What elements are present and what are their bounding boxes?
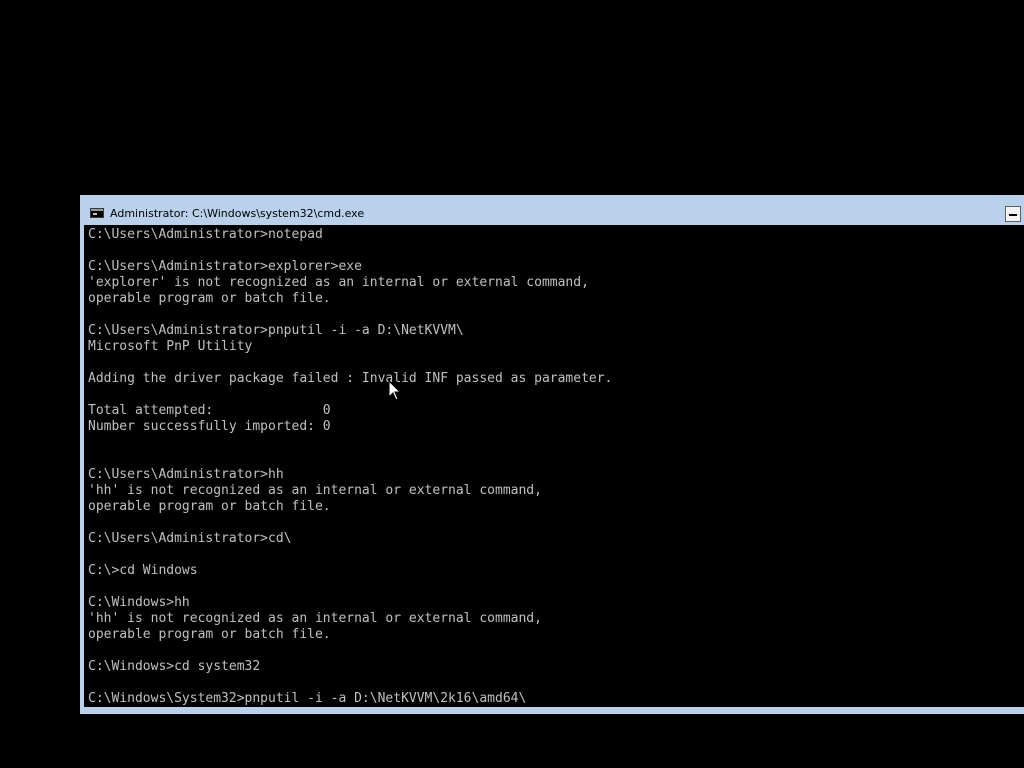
console-output[interactable]: C:\Users\Administrator>notepad C:\Users\A…: [84, 225, 1024, 707]
console-line: 'hh' is not recognized as an internal or…: [88, 483, 542, 498]
console-line: C:\Users\Administrator>hh: [88, 467, 284, 482]
console-line: operable program or batch file.: [88, 499, 331, 514]
console-lines: C:\Users\Administrator>notepad C:\Users\A…: [88, 227, 612, 707]
window-title: Administrator: C:\Windows\system32\cmd.e…: [110, 207, 365, 220]
console-line: C:\Windows>hh: [88, 595, 190, 610]
console-line: Microsoft PnP Utility: [88, 339, 253, 354]
console-line: Adding the driver package failed : Inval…: [88, 371, 613, 386]
console-line: operable program or batch file.: [88, 291, 331, 306]
console-line: C:\Users\Administrator>cd\: [88, 531, 292, 546]
console-line: 'hh' is not recognized as an internal or…: [88, 611, 542, 626]
console-line: C:\Users\Administrator>pnputil -i -a D:\…: [88, 323, 464, 338]
console-line: C:\Windows>cd system32: [88, 659, 261, 674]
minimize-button[interactable]: [1005, 206, 1021, 222]
title-bar[interactable]: Administrator: C:\Windows\system32\cmd.e…: [80, 195, 1024, 225]
console-line: C:\>cd Windows: [88, 563, 198, 578]
cmd-console-icon: [90, 208, 104, 218]
console-line: C:\Users\Administrator>notepad: [88, 227, 323, 242]
desktop: Administrator: C:\Windows\system32\cmd.e…: [0, 0, 1024, 768]
console-line: C:\Users\Administrator>explorer>exe: [88, 259, 362, 274]
console-line: Total attempted: 0: [88, 403, 331, 418]
console-line: Number successfully imported: 0: [88, 419, 331, 434]
cmd-window[interactable]: Administrator: C:\Windows\system32\cmd.e…: [80, 195, 1024, 714]
console-line: operable program or batch file.: [88, 627, 331, 642]
console-line: 'explorer' is not recognized as an inter…: [88, 275, 589, 290]
minimize-icon: [1009, 214, 1017, 216]
arrow-pointer-icon: [388, 380, 402, 401]
console-line: C:\Windows\System32>pnputil -i -a D:\Net…: [88, 691, 527, 706]
